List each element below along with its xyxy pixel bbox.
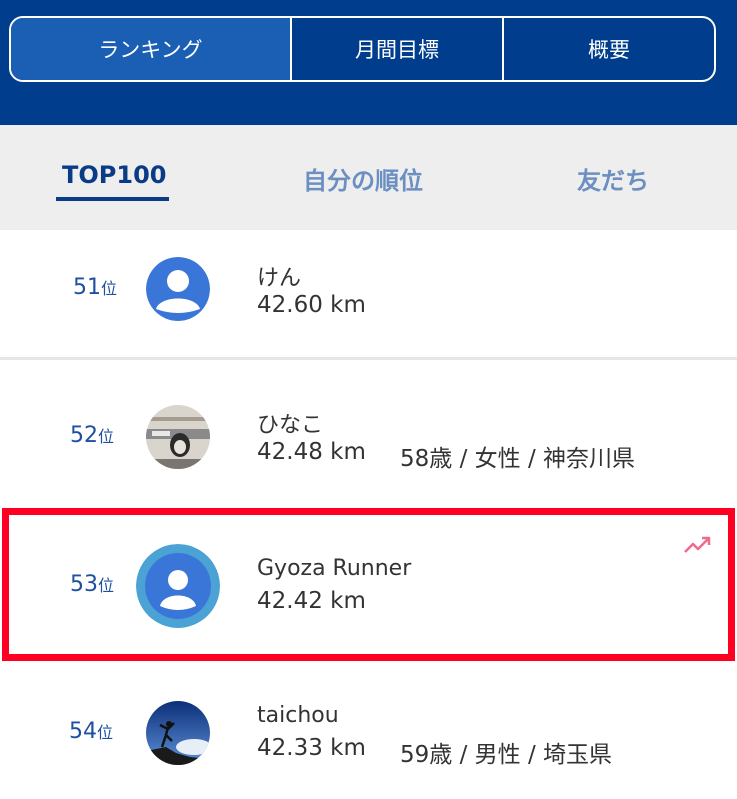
user-name: ひなこ [257, 413, 324, 438]
tab-ranking[interactable]: ランキング [11, 18, 290, 80]
rank-unit: 位 [101, 279, 118, 298]
list-item[interactable]: 52位 ひなこ 42.48 km 58歳 / 女性 / 神奈川県 [0, 360, 737, 505]
user-profile-info: 58歳 / 女性 / 神奈川県 [400, 446, 636, 472]
tab-monthly-goal[interactable]: 月間目標 [290, 18, 502, 80]
rank-unit: 位 [98, 427, 115, 446]
photo-avatar [146, 701, 210, 765]
default-avatar-icon [146, 257, 210, 321]
subtab-my-rank[interactable]: 自分の順位 [303, 161, 423, 196]
current-user-highlight [2, 508, 735, 661]
segmented-control: ランキング 月間目標 概要 [9, 16, 716, 82]
user-profile-info: 59歳 / 男性 / 埼玉県 [400, 742, 613, 768]
user-name: taichou [257, 703, 339, 728]
rank-label: 51位 [73, 275, 117, 300]
photo-avatar [146, 405, 210, 469]
distance: 42.60 km [257, 292, 366, 318]
rank-number: 52 [70, 423, 98, 448]
rank-number: 54 [69, 719, 97, 744]
subtab-bar: TOP100 自分の順位 友だち [0, 125, 737, 230]
list-item[interactable]: 51位 けん 42.60 km [0, 230, 737, 358]
user-name: けん [257, 266, 302, 291]
rank-label: 52位 [70, 423, 114, 448]
rank-unit: 位 [97, 723, 114, 742]
rank-number: 51 [73, 275, 101, 300]
distance: 42.33 km [257, 735, 366, 761]
header-bar: ランキング 月間目標 概要 [0, 0, 737, 125]
distance: 42.48 km [257, 439, 366, 465]
subtab-top100[interactable]: TOP100 [62, 161, 166, 189]
active-tab-indicator [56, 197, 169, 201]
subtab-friends[interactable]: 友だち [577, 161, 649, 196]
list-item[interactable]: 54位 taichou 42.33 km 59歳 / 男性 / 埼玉県 [0, 662, 737, 799]
rank-label: 54位 [69, 719, 113, 744]
tab-overview[interactable]: 概要 [502, 18, 714, 80]
